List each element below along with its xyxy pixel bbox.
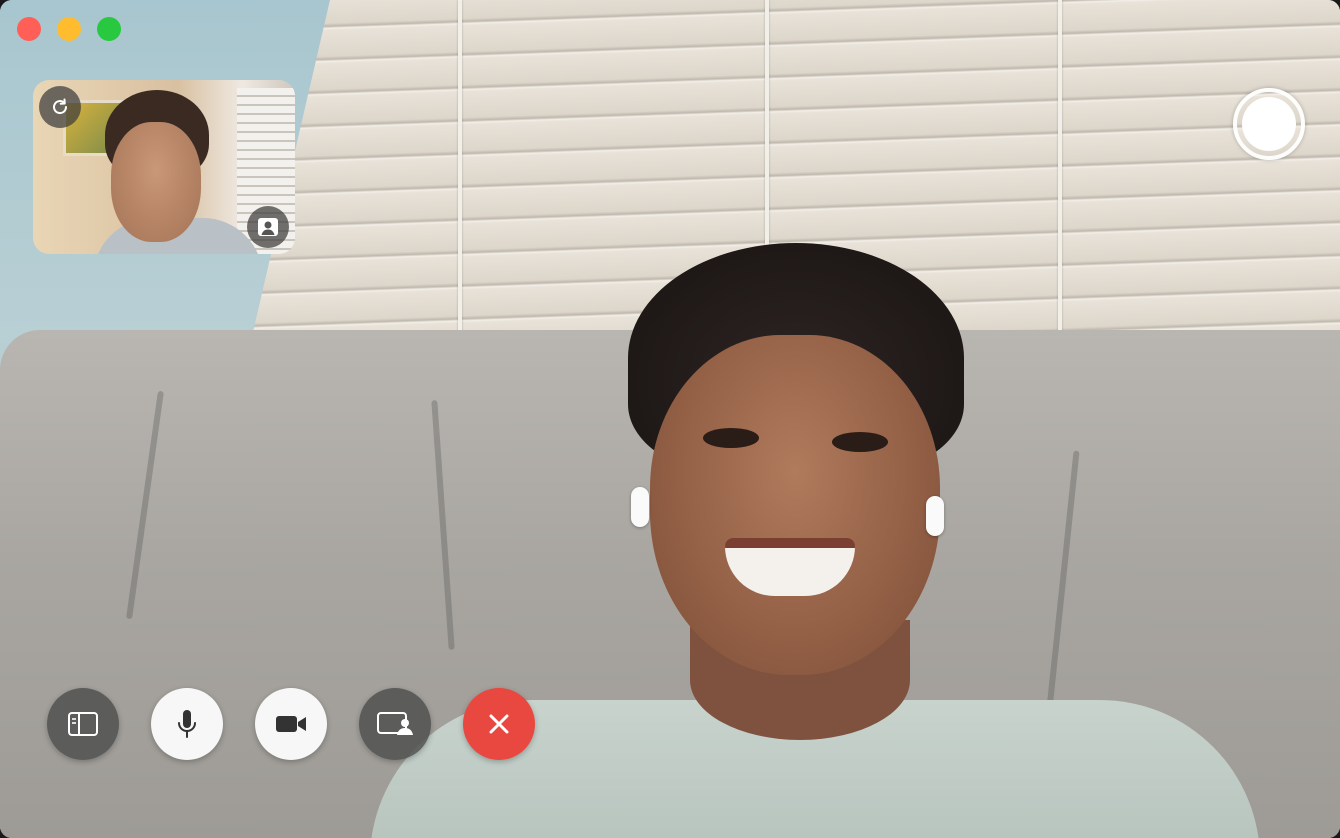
video-camera-icon xyxy=(276,716,306,732)
sidebar-icon xyxy=(68,712,98,736)
screen-share-icon xyxy=(377,712,413,735)
minimize-window-button[interactable] xyxy=(57,17,81,41)
portrait-mode-icon xyxy=(258,218,278,236)
blind-cord xyxy=(1058,0,1062,360)
share-screen-button[interactable] xyxy=(359,688,431,760)
self-view[interactable] xyxy=(33,80,295,254)
window-controls xyxy=(17,17,121,41)
remote-person-eye xyxy=(703,428,759,448)
earbud xyxy=(926,496,944,536)
microphone-icon xyxy=(178,710,196,738)
facetime-window xyxy=(0,0,1340,838)
sidebar-button[interactable] xyxy=(47,688,119,760)
call-controls xyxy=(47,688,535,760)
remote-person-eye xyxy=(832,432,888,452)
earbud xyxy=(631,487,649,527)
zoom-window-button[interactable] xyxy=(97,17,121,41)
rotate-camera-button[interactable] xyxy=(39,86,81,128)
rotate-camera-icon xyxy=(53,98,68,115)
blind-cord xyxy=(458,0,462,360)
live-photo-button[interactable] xyxy=(1233,88,1305,160)
close-window-button[interactable] xyxy=(17,17,41,41)
close-icon xyxy=(489,714,509,734)
self-person-face xyxy=(111,122,201,242)
end-call-button[interactable] xyxy=(463,688,535,760)
portrait-mode-button[interactable] xyxy=(247,206,289,248)
mute-button[interactable] xyxy=(151,688,223,760)
camera-button[interactable] xyxy=(255,688,327,760)
remote-person-face xyxy=(650,335,940,675)
live-photo-shutter-icon xyxy=(1242,97,1296,151)
